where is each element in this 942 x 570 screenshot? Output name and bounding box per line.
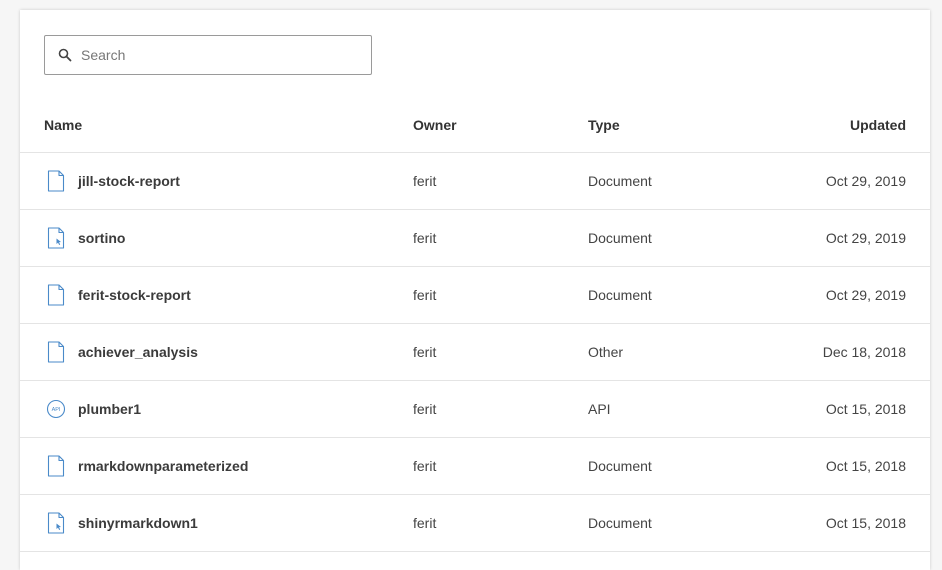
interactive-document-icon — [44, 226, 68, 250]
content-name-link[interactable]: plumber1 — [78, 401, 141, 417]
api-icon-label: API — [52, 407, 61, 413]
table-row[interactable]: achiever_analysis ferit Other Dec 18, 2018 — [20, 324, 930, 381]
type-cell: Document — [588, 173, 652, 189]
name-cell[interactable]: sortino — [44, 226, 125, 250]
updated-cell: Dec 18, 2018 — [822, 344, 906, 360]
search-field[interactable] — [44, 35, 372, 75]
type-cell: Document — [588, 515, 652, 531]
column-header-name[interactable]: Name — [44, 117, 82, 133]
type-cell: API — [588, 401, 611, 417]
document-icon — [44, 454, 68, 478]
type-cell: Document — [588, 287, 652, 303]
updated-cell: Oct 29, 2019 — [825, 287, 906, 303]
column-header-owner[interactable]: Owner — [413, 117, 457, 133]
content-name-link[interactable]: jill-stock-report — [78, 173, 180, 189]
document-icon — [44, 169, 68, 193]
type-cell: Document — [588, 230, 652, 246]
owner-cell: ferit — [413, 515, 437, 531]
owner-cell: ferit — [413, 344, 437, 360]
table-row[interactable]: API plumber1 ferit API Oct 15, 2018 — [20, 381, 930, 438]
document-icon — [44, 283, 68, 307]
owner-cell: ferit — [413, 230, 437, 246]
type-cell: Other — [588, 344, 624, 360]
type-cell: Document — [588, 458, 652, 474]
owner-cell: ferit — [413, 287, 437, 303]
name-cell[interactable]: jill-stock-report — [44, 169, 180, 193]
column-header-type[interactable]: Type — [588, 117, 620, 133]
updated-cell: Oct 15, 2018 — [825, 458, 906, 474]
search-icon — [57, 47, 73, 63]
search-input[interactable] — [81, 47, 361, 63]
content-name-link[interactable]: ferit-stock-report — [78, 287, 191, 303]
table-row[interactable]: sortino ferit Document Oct 29, 2019 — [20, 210, 930, 267]
table-header: Name Owner Type Updated — [20, 98, 930, 153]
table-row[interactable]: jill-stock-report ferit Document Oct 29, 20… — [20, 153, 930, 210]
owner-cell: ferit — [413, 401, 437, 417]
column-header-updated[interactable]: Updated — [850, 117, 906, 133]
name-cell[interactable]: achiever_analysis — [44, 340, 198, 364]
content-name-link[interactable]: achiever_analysis — [78, 344, 198, 360]
content-list-panel: Name Owner Type Updated jill-stock-repor… — [20, 10, 930, 570]
document-icon — [44, 340, 68, 364]
api-icon: API — [44, 397, 68, 421]
interactive-document-icon — [44, 511, 68, 535]
content-name-link[interactable]: rmarkdownparameterized — [78, 458, 248, 474]
content-name-link[interactable]: shinyrmarkdown1 — [78, 515, 198, 531]
table-row[interactable]: shinyrmarkdown1 ferit Document Oct 15, 2018 — [20, 495, 930, 552]
content-table: Name Owner Type Updated jill-stock-repor… — [20, 98, 930, 552]
updated-cell: Oct 15, 2018 — [825, 515, 906, 531]
updated-cell: Oct 29, 2019 — [825, 173, 906, 189]
table-row[interactable]: rmarkdownparameterized ferit Document Oct 1… — [20, 438, 930, 495]
name-cell[interactable]: API plumber1 — [44, 397, 141, 421]
name-cell[interactable]: shinyrmarkdown1 — [44, 511, 198, 535]
updated-cell: Oct 15, 2018 — [825, 401, 906, 417]
name-cell[interactable]: ferit-stock-report — [44, 283, 191, 307]
updated-cell: Oct 29, 2019 — [825, 230, 906, 246]
name-cell[interactable]: rmarkdownparameterized — [44, 454, 248, 478]
content-name-link[interactable]: sortino — [78, 230, 125, 246]
owner-cell: ferit — [413, 173, 437, 189]
table-row[interactable]: ferit-stock-report ferit Document Oct 29, 2… — [20, 267, 930, 324]
owner-cell: ferit — [413, 458, 437, 474]
